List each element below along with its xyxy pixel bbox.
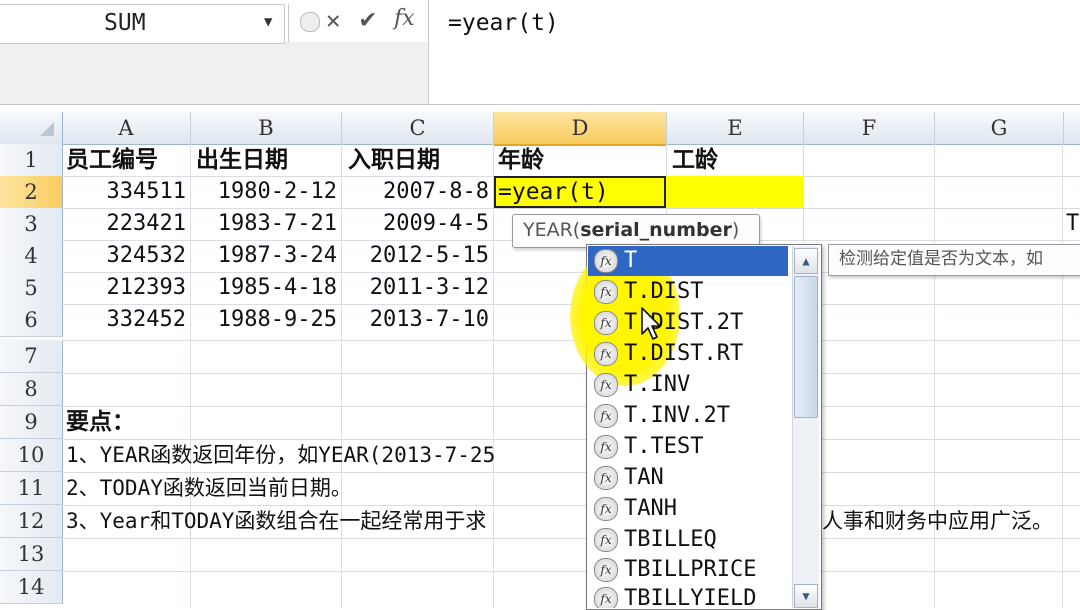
scrollbar-thumb[interactable]: [794, 276, 818, 418]
cell-a1[interactable]: 员工编号: [66, 144, 158, 176]
notes-title[interactable]: 要点：: [66, 406, 135, 438]
function-icon: fx: [594, 435, 618, 459]
autocomplete-item-tbilleq[interactable]: fx TBILLEQ: [588, 525, 788, 555]
row-header-2[interactable]: 2: [0, 176, 63, 209]
cell-c5[interactable]: 2011-3-12: [342, 272, 489, 304]
cell-a2[interactable]: 334511: [62, 176, 186, 208]
tooltip-function: YEAR(: [523, 219, 581, 241]
autocomplete-item-t-test[interactable]: fx T.TEST: [588, 432, 788, 462]
gridline: [62, 538, 1080, 539]
row-header-12[interactable]: 12: [0, 505, 63, 538]
tooltip-argument[interactable]: serial_number: [580, 219, 732, 241]
function-icon: fx: [594, 280, 618, 304]
function-description-tooltip: 检测给定值是否为文本，如: [828, 244, 1080, 276]
function-icon: fx: [594, 528, 618, 552]
autocomplete-item-tan[interactable]: fx TAN: [588, 463, 788, 493]
cell-b4[interactable]: 1987-3-24: [191, 240, 337, 272]
cell-b3[interactable]: 1983-7-21: [191, 208, 337, 240]
row-header-8[interactable]: 8: [0, 373, 63, 406]
cell-c4[interactable]: 2012-5-15: [342, 240, 489, 272]
row-header-14[interactable]: 14: [0, 571, 63, 604]
row-header-1[interactable]: 1: [0, 144, 63, 177]
select-all-icon: [40, 122, 54, 136]
row-header-11[interactable]: 11: [0, 472, 63, 505]
insert-function-icon[interactable]: fx: [394, 6, 415, 31]
function-icon: fx: [594, 373, 618, 397]
function-icon: fx: [594, 249, 618, 273]
gridline: [62, 340, 1080, 341]
row-header-13[interactable]: 13: [0, 538, 63, 571]
gridline: [62, 406, 1080, 407]
mouse-pointer-icon: [641, 307, 661, 340]
cell-c2[interactable]: 2007-8-8: [342, 176, 489, 208]
name-box-panel: [0, 42, 429, 105]
cell-a4[interactable]: 324532: [62, 240, 186, 272]
autocomplete-item-t-dist-rt[interactable]: fx T.DIST.RT: [588, 339, 788, 369]
row-header-4[interactable]: 4: [0, 240, 63, 273]
cell-c6[interactable]: 2013-7-10: [342, 304, 489, 336]
note-line-2[interactable]: 2、TODAY函数返回当前日期。: [66, 472, 352, 504]
function-icon: fx: [594, 311, 618, 335]
autocomplete-item-t-dist-2t[interactable]: fx T.DIST.2T: [588, 308, 788, 338]
cell-a5[interactable]: 212393: [62, 272, 186, 304]
column-header-a[interactable]: A: [62, 112, 191, 144]
autocomplete-item-t-inv-2t[interactable]: fx T.INV.2T: [588, 401, 788, 431]
enter-check-icon[interactable]: ✔: [360, 4, 376, 34]
cell-d1[interactable]: 年龄: [498, 144, 544, 176]
gridline: [62, 571, 1080, 572]
formula-text: =year(t): [448, 10, 559, 36]
cell-g3-fragment[interactable]: T: [1066, 208, 1079, 240]
expand-handle-icon[interactable]: [300, 12, 320, 32]
function-icon: fx: [594, 342, 618, 366]
row-header-5[interactable]: 5: [0, 272, 63, 305]
name-box-value: SUM: [104, 10, 146, 36]
cell-b2[interactable]: 1980-2-12: [191, 176, 337, 208]
autocomplete-item-t-inv[interactable]: fx T.INV: [588, 370, 788, 400]
cell-a6[interactable]: 332452: [62, 304, 186, 336]
autocomplete-item-t-dist[interactable]: fx T.DIST: [588, 277, 788, 307]
row-header-6[interactable]: 6: [0, 304, 63, 337]
cell-c1[interactable]: 入职日期: [348, 144, 440, 176]
scroll-down-icon[interactable]: ▼: [794, 584, 818, 608]
cancel-icon[interactable]: ✕: [326, 6, 340, 34]
note-line-1[interactable]: 1、YEAR函数返回年份，如YEAR(2013-7-25: [66, 439, 495, 471]
gridline: [62, 373, 1080, 374]
cell-b6[interactable]: 1988-9-25: [191, 304, 337, 336]
column-header-c[interactable]: C: [342, 112, 494, 144]
row-header-9[interactable]: 9: [0, 406, 63, 439]
column-header-e[interactable]: E: [667, 112, 804, 144]
function-icon: fx: [594, 404, 618, 428]
autocomplete-item-tbillyield[interactable]: fx TBILLYIELD: [588, 584, 788, 608]
row-header-7[interactable]: 7: [0, 340, 63, 373]
function-icon: fx: [594, 497, 618, 521]
autocomplete-item-tbillprice[interactable]: fx TBILLPRICE: [588, 555, 788, 585]
column-header-f[interactable]: F: [804, 112, 935, 144]
function-icon: fx: [594, 558, 618, 582]
tooltip-close-paren: ): [731, 219, 740, 241]
note-line-3-continued: 人事和财务中应用广泛。: [822, 509, 1053, 533]
function-icon: fx: [594, 587, 618, 608]
function-signature-tooltip: YEAR(serial_number): [512, 214, 760, 248]
autocomplete-item-tanh[interactable]: fx TANH: [588, 494, 788, 524]
column-header-b[interactable]: B: [191, 112, 342, 144]
cell-b1[interactable]: 出生日期: [196, 144, 288, 176]
row-header-3[interactable]: 3: [0, 208, 63, 241]
column-header-d[interactable]: D: [494, 112, 667, 146]
column-header-g[interactable]: G: [935, 112, 1064, 144]
cell-e1[interactable]: 工龄: [672, 144, 718, 176]
note-line-3[interactable]: 3、Year和TODAY函数组合在一起经常用于求: [66, 505, 486, 537]
active-cell-text: =year(t): [498, 179, 609, 205]
scroll-up-icon[interactable]: ▲: [794, 248, 818, 274]
cell-c3[interactable]: 2009-4-5: [342, 208, 489, 240]
cell-b5[interactable]: 1985-4-18: [191, 272, 337, 304]
cell-a3[interactable]: 223421: [62, 208, 186, 240]
row-header-10[interactable]: 10: [0, 439, 63, 472]
name-box-dropdown-icon[interactable]: ▼: [264, 14, 272, 30]
function-icon: fx: [594, 466, 618, 490]
autocomplete-item-t[interactable]: fx T: [588, 246, 788, 276]
